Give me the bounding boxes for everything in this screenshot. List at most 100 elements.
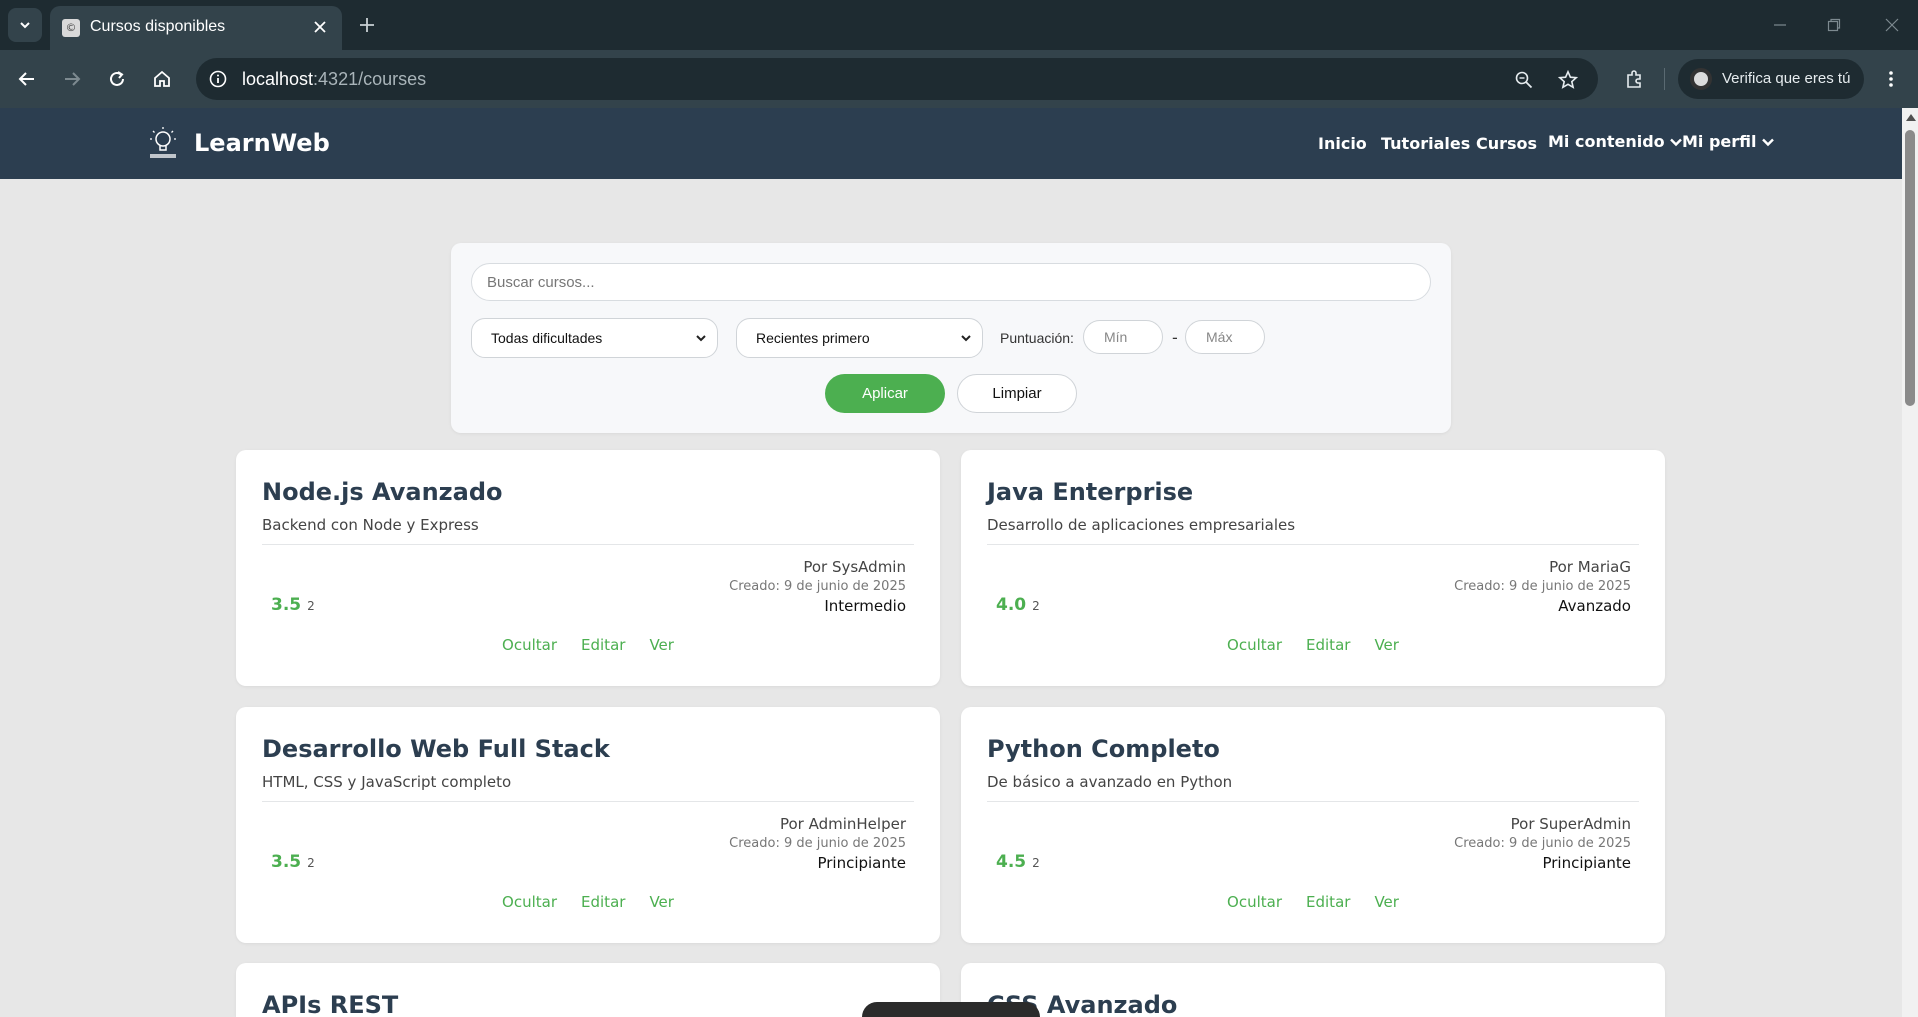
tab-close-button[interactable]	[308, 15, 332, 39]
forward-button[interactable]	[55, 62, 89, 96]
browser-tab-active[interactable]: © Cursos disponibles	[50, 6, 342, 50]
new-tab-button[interactable]	[352, 10, 382, 40]
hide-course-button[interactable]: Ocultar	[1227, 893, 1282, 911]
url-host: localhost	[242, 69, 314, 89]
course-created-date: Creado: 9 de junio de 2025	[729, 836, 906, 851]
rating-count: 2	[1032, 599, 1040, 613]
star-icon	[1558, 70, 1578, 89]
edit-course-button[interactable]: Editar	[581, 636, 625, 654]
course-author: Por SysAdmin	[803, 558, 906, 576]
score-min-input[interactable]	[1083, 320, 1163, 354]
course-rating: 4.0 2	[996, 595, 1040, 615]
edit-course-button[interactable]: Editar	[1306, 893, 1350, 911]
scrollbar-thumb[interactable]	[1905, 130, 1915, 406]
zoom-button[interactable]	[1510, 66, 1538, 94]
reload-button[interactable]	[100, 62, 134, 96]
course-card: Java Enterprise Desarrollo de aplicacion…	[961, 450, 1665, 686]
course-level: Intermedio	[824, 597, 906, 615]
course-actions: Ocultar Editar Ver	[961, 893, 1665, 911]
tab-favicon-icon: ©	[62, 19, 80, 37]
rating-count: 2	[307, 599, 315, 613]
course-title[interactable]: Python Completo	[987, 735, 1220, 763]
course-card: Node.js Avanzado Backend con Node y Expr…	[236, 450, 940, 686]
info-icon	[209, 70, 227, 88]
score-label: Puntuación:	[1000, 330, 1074, 346]
score-max-input[interactable]	[1185, 320, 1265, 354]
close-icon	[314, 21, 326, 33]
tab-title: Cursos disponibles	[90, 18, 226, 35]
url-text: localhost:4321/courses	[242, 69, 426, 90]
window-close-button[interactable]	[1872, 8, 1912, 42]
edit-course-button[interactable]: Editar	[581, 893, 625, 911]
score-range-dash: -	[1172, 328, 1178, 347]
nav-dropdown-label: Mi perfil	[1682, 132, 1757, 151]
course-author: Por AdminHelper	[779, 815, 906, 833]
course-title[interactable]: Java Enterprise	[987, 478, 1193, 506]
course-description: De básico a avanzado en Python	[987, 773, 1233, 791]
sort-select-value: Recientes primero	[756, 330, 870, 346]
nav-dropdown-mi-perfil[interactable]: Mi perfil	[1682, 132, 1775, 151]
bookmark-button[interactable]	[1554, 66, 1582, 94]
chevron-down-icon	[961, 335, 971, 342]
course-title[interactable]: APIs REST	[262, 991, 398, 1017]
nav-dropdown-mi-contenido[interactable]: Mi contenido	[1548, 132, 1683, 151]
apply-button[interactable]: Aplicar	[825, 374, 945, 413]
search-input[interactable]	[471, 263, 1431, 301]
course-actions: Ocultar Editar Ver	[236, 636, 940, 654]
course-meta: Por AdminHelper Creado: 9 de junio de 20…	[729, 815, 906, 873]
course-card: APIs REST	[236, 963, 940, 1017]
course-title[interactable]: Desarrollo Web Full Stack	[262, 735, 610, 763]
course-card: Desarrollo Web Full Stack HTML, CSS y Ja…	[236, 707, 940, 943]
tab-search-menu-button[interactable]	[8, 8, 42, 42]
chevron-down-icon	[20, 22, 30, 29]
course-meta: Por SysAdmin Creado: 9 de junio de 2025 …	[729, 558, 906, 616]
hide-course-button[interactable]: Ocultar	[502, 636, 557, 654]
arrow-right-icon	[65, 72, 81, 86]
page-scrollbar[interactable]	[1902, 108, 1918, 1017]
back-button[interactable]	[10, 62, 44, 96]
course-level: Principiante	[817, 854, 906, 872]
profile-chip[interactable]: Verifica que eres tú	[1678, 59, 1864, 99]
profile-avatar-icon	[1690, 68, 1712, 90]
view-course-button[interactable]: Ver	[649, 893, 674, 911]
view-course-button[interactable]: Ver	[649, 636, 674, 654]
extensions-button[interactable]	[1618, 62, 1652, 96]
puzzle-icon	[1627, 70, 1641, 88]
hide-course-button[interactable]: Ocultar	[502, 893, 557, 911]
site-info-button[interactable]	[204, 65, 232, 93]
home-button[interactable]	[145, 62, 179, 96]
floating-toolbar[interactable]	[862, 1002, 1040, 1017]
address-bar[interactable]: localhost:4321/courses	[196, 58, 1598, 100]
browser-toolbar: localhost:4321/courses Verifica que eres…	[0, 50, 1918, 108]
close-icon	[1885, 18, 1899, 32]
view-course-button[interactable]: Ver	[1374, 636, 1399, 654]
clear-button[interactable]: Limpiar	[957, 374, 1077, 413]
view-course-button[interactable]: Ver	[1374, 893, 1399, 911]
sort-select[interactable]: Recientes primero	[736, 318, 983, 358]
minimize-icon	[1774, 24, 1786, 26]
browser-menu-button[interactable]	[1874, 62, 1908, 96]
nav-link-cursos[interactable]: Cursos	[1476, 134, 1537, 153]
scroll-up-arrow-icon[interactable]	[1906, 114, 1916, 121]
course-title[interactable]: Node.js Avanzado	[262, 478, 503, 506]
brand-name[interactable]: LearnWeb	[194, 129, 330, 157]
course-rating: 4.5 2	[996, 852, 1040, 872]
restore-icon	[1827, 18, 1841, 32]
hide-course-button[interactable]: Ocultar	[1227, 636, 1282, 654]
window-minimize-button[interactable]	[1760, 8, 1800, 42]
lightbulb-logo-icon[interactable]	[144, 125, 182, 163]
edit-course-button[interactable]: Editar	[1306, 636, 1350, 654]
difficulty-select-value: Todas dificultades	[491, 330, 603, 346]
chevron-down-icon	[696, 335, 706, 342]
rating-value: 4.0	[996, 595, 1027, 615]
chevron-down-icon	[1669, 138, 1682, 146]
browser-tab-bar: © Cursos disponibles	[0, 0, 1918, 50]
site-header: LearnWeb Inicio Tutoriales Cursos Mi con…	[0, 108, 1902, 179]
window-restore-button[interactable]	[1814, 8, 1854, 42]
nav-link-inicio[interactable]: Inicio	[1318, 134, 1367, 153]
home-icon	[154, 70, 170, 87]
difficulty-select[interactable]: Todas dificultades	[471, 318, 718, 358]
toolbar-divider	[1664, 68, 1665, 90]
course-card: Python Completo De básico a avanzado en …	[961, 707, 1665, 943]
nav-link-tutoriales[interactable]: Tutoriales	[1381, 134, 1470, 153]
